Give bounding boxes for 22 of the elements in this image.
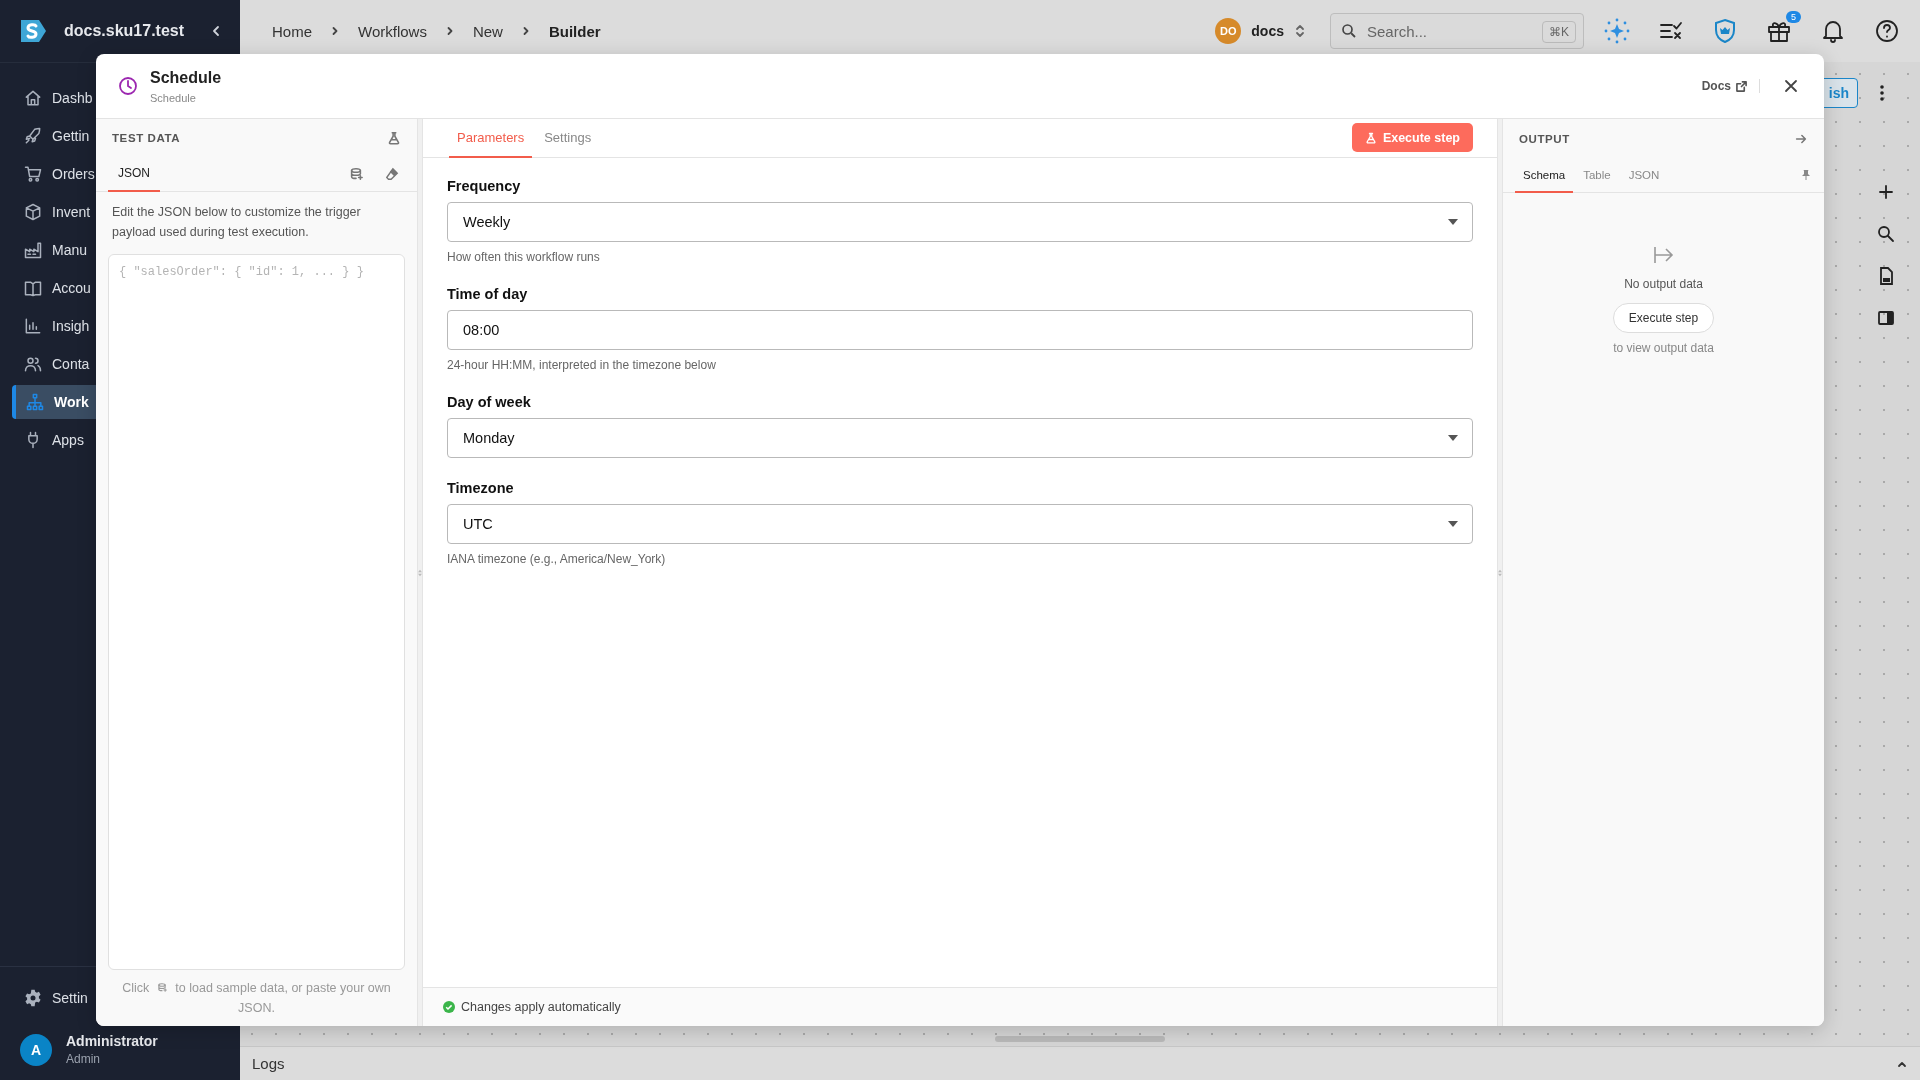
panel-heading: OUTPUT [1519,132,1570,145]
help-text: How often this workflow runs [447,250,601,264]
help-text: IANA timezone (e.g., America/New_York) [447,552,667,566]
field-label: Day of week [447,394,532,410]
help-text: 24-hour HH:MM, interpreted in the timezone below [447,358,717,372]
hint-text: to load sample data, or paste your own JSON. [175,981,391,1015]
dialog-title: Schedule [150,68,223,87]
dialog-subtitle: Schedule [150,91,197,104]
hint-text: Click [122,981,150,995]
notification-badge: 5 [1786,11,1801,23]
panel-heading: TEST DATA [112,131,181,144]
status-text: Changes apply automatically [461,1000,621,1014]
user-role: Admin [66,1052,101,1066]
workspace-name: docs.sku17.test [64,22,186,40]
user-name: Administrator [66,1033,158,1049]
instructions-text: Edit the JSON below to customize the trigger payload used during test execution. [111,204,362,241]
shortcut-hint: ⌘K [1542,21,1576,43]
empty-state-title: No output data [1624,277,1703,291]
field-label: Frequency [447,178,522,194]
empty-state-hint: to view output data [1613,341,1714,355]
field-label: Timezone [447,480,515,496]
field-label: Time of day [447,286,529,302]
